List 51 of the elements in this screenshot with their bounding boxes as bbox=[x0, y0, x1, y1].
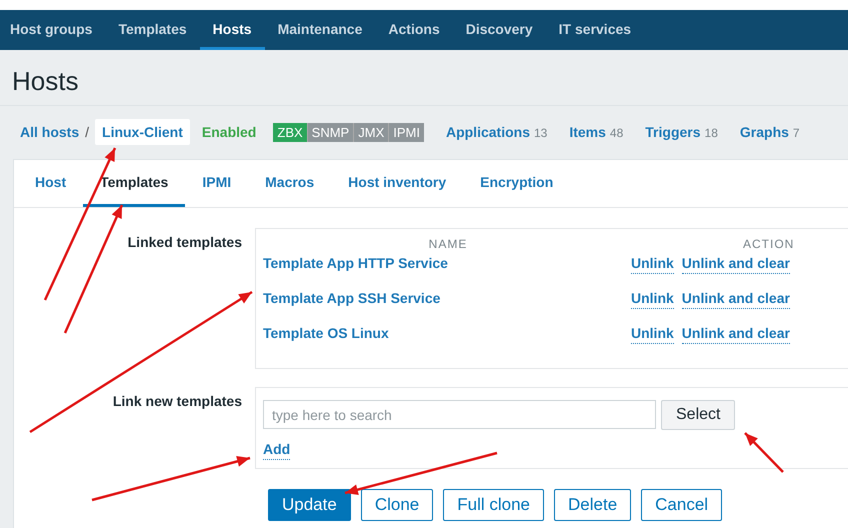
field-label: Link new templates bbox=[112, 393, 242, 409]
select-button[interactable]: Select bbox=[661, 400, 736, 430]
nav-tab[interactable]: Host groups bbox=[10, 10, 106, 50]
search-field[interactable]: type here to search bbox=[263, 400, 656, 429]
host-link[interactable]: Triggers bbox=[645, 124, 701, 140]
form-tab[interactable]: Encryption bbox=[463, 160, 570, 207]
nav-tab[interactable]: Maintenance bbox=[264, 10, 376, 50]
form-button[interactable]: Cancel bbox=[641, 489, 722, 521]
availability-badge: SNMP bbox=[306, 122, 354, 142]
column-header: NAME bbox=[428, 237, 468, 251]
count-label: 48 bbox=[610, 126, 624, 140]
form-button[interactable]: Delete bbox=[554, 489, 632, 521]
unlink-link[interactable]: Unlink bbox=[631, 255, 674, 274]
count-label: 18 bbox=[704, 126, 718, 140]
breadcrumb-current[interactable]: Linux-Client bbox=[95, 119, 190, 145]
nav-tab[interactable]: Hosts bbox=[200, 10, 265, 50]
field-label: Linked templates bbox=[128, 234, 242, 250]
nav-tab[interactable]: IT services bbox=[546, 10, 644, 50]
template-link[interactable]: Template OS Linux bbox=[263, 325, 389, 341]
nav-tab[interactable]: Discovery bbox=[452, 10, 546, 50]
unlink-and-clear-link[interactable]: Unlink and clear bbox=[682, 325, 790, 344]
form-button[interactable]: Update bbox=[268, 489, 351, 521]
form-tab[interactable]: IPMI bbox=[185, 160, 248, 207]
form-button[interactable]: Clone bbox=[360, 489, 434, 521]
count-label: 13 bbox=[534, 126, 548, 140]
unlink-and-clear-link[interactable]: Unlink and clear bbox=[682, 290, 790, 309]
unlink-and-clear-link[interactable]: Unlink and clear bbox=[682, 255, 790, 274]
availability-badge: IPMI bbox=[388, 122, 424, 142]
host-link[interactable]: Graphs bbox=[740, 124, 789, 140]
unlink-link[interactable]: Unlink bbox=[631, 325, 674, 344]
form-button[interactable]: Full clone bbox=[443, 489, 544, 521]
form-tab[interactable]: Macros bbox=[248, 160, 332, 207]
count-label: 7 bbox=[792, 126, 800, 140]
breadcrumb-separator: / bbox=[85, 124, 90, 140]
breadcrumb-link[interactable]: All hosts bbox=[20, 124, 80, 140]
add-link[interactable]: Add bbox=[263, 441, 290, 460]
status-link[interactable]: Enabled bbox=[202, 124, 256, 140]
template-link[interactable]: Template App HTTP Service bbox=[263, 255, 448, 271]
annotation-arrow bbox=[744, 432, 784, 473]
nav-tab[interactable]: Actions bbox=[375, 10, 453, 50]
unlink-link[interactable]: Unlink bbox=[631, 290, 674, 309]
form-tab[interactable]: Host bbox=[18, 160, 84, 207]
template-link[interactable]: Template App SSH Service bbox=[263, 290, 440, 306]
nav-tab[interactable]: Templates bbox=[105, 10, 200, 50]
host-link[interactable]: Applications bbox=[446, 124, 530, 140]
host-link[interactable]: Items bbox=[569, 124, 606, 140]
column-header: ACTION bbox=[743, 237, 794, 251]
page-title: Hosts bbox=[12, 66, 80, 97]
availability-badge: JMX bbox=[353, 122, 388, 142]
availability-badge: ZBX bbox=[273, 122, 307, 142]
form-tab[interactable]: Host inventory bbox=[331, 160, 464, 207]
